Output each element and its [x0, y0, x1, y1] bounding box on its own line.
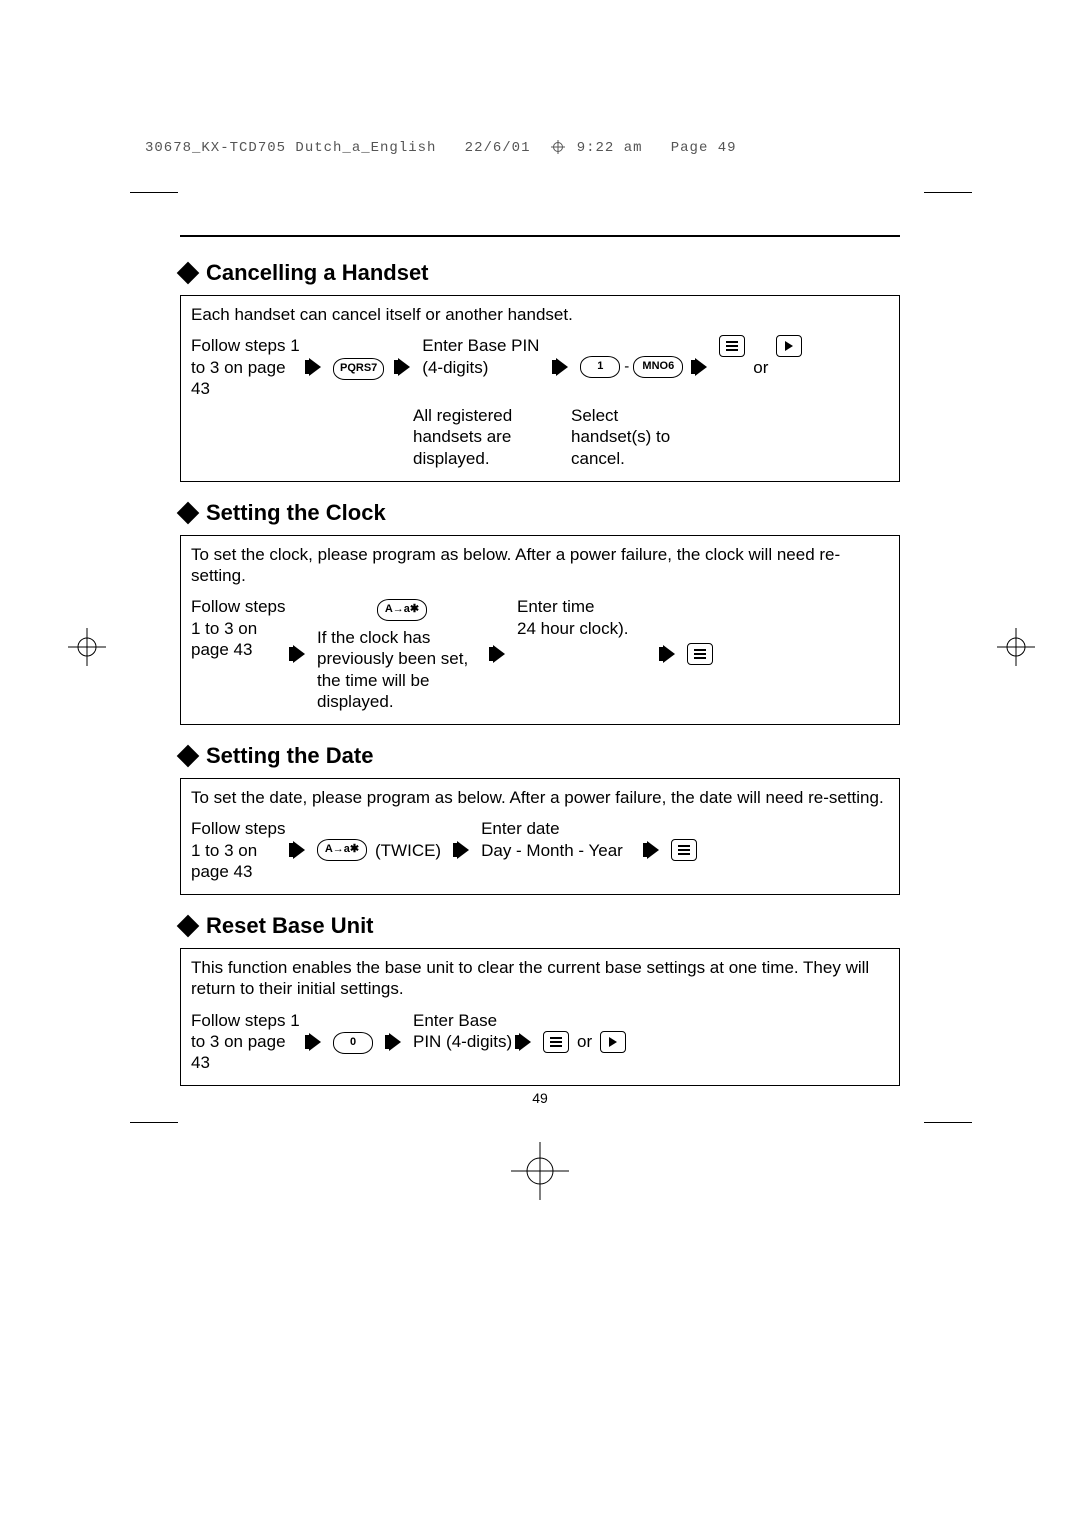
arrow-icon	[293, 643, 311, 665]
slug-time: 9:22 am	[577, 140, 643, 156]
registration-mark-icon	[68, 628, 106, 666]
arrow-icon	[519, 1031, 537, 1053]
crop-mark	[924, 192, 972, 193]
section-box: This function enables the base unit to c…	[180, 948, 900, 1086]
key-star: A→a✱	[377, 599, 427, 621]
step-text: Follow steps 1 to 3 on page 43	[191, 335, 303, 399]
diamond-bullet-icon	[177, 745, 200, 768]
menu-button-icon	[719, 335, 745, 357]
page-number: 49	[532, 1090, 548, 1106]
menu-button-icon	[543, 1031, 569, 1053]
step-subtext: 24 hour clock).	[517, 618, 657, 639]
crop-mark	[130, 192, 178, 193]
step-subtext: Select handset(s) to cancel.	[571, 405, 681, 469]
print-slug: 30678_KX-TCD705 Dutch_a_English 22/6/01 …	[145, 140, 737, 156]
section-box: To set the date, please program as below…	[180, 778, 900, 895]
section-box: To set the clock, please program as belo…	[180, 535, 900, 725]
registration-mark-icon	[511, 1142, 569, 1200]
section-intro: Each handset can cancel itself or anothe…	[191, 304, 889, 325]
step-text: Enter date	[481, 818, 641, 839]
arrow-icon	[457, 839, 475, 861]
key-suffix: (TWICE)	[375, 840, 441, 861]
crop-mark	[130, 1122, 178, 1123]
registration-mark-icon	[997, 628, 1035, 666]
arrow-icon	[647, 839, 665, 861]
slug-crosshair-icon	[551, 140, 565, 154]
diamond-bullet-icon	[177, 915, 200, 938]
step-text: Follow steps 1 to 3 on page 43	[191, 596, 287, 660]
menu-button-icon	[687, 643, 713, 665]
key-7: PQRS7	[333, 358, 384, 380]
slug-date: 22/6/01	[465, 140, 531, 156]
step-text: Follow steps 1 to 3 on page 43	[191, 1010, 303, 1074]
section-title: Setting the Clock	[206, 500, 386, 526]
section-title: Setting the Date	[206, 743, 373, 769]
step-subtext: Day - Month - Year	[481, 840, 641, 861]
section-intro: This function enables the base unit to c…	[191, 957, 889, 1000]
section-intro: To set the date, please program as below…	[191, 787, 889, 808]
play-button-icon	[776, 335, 802, 357]
arrow-icon	[695, 356, 713, 378]
arrow-icon	[389, 1031, 407, 1053]
diamond-bullet-icon	[177, 262, 200, 285]
arrow-icon	[398, 356, 416, 378]
section-title: Cancelling a Handset	[206, 260, 429, 286]
section-cancelling-handset: Cancelling a Handset Each handset can ca…	[180, 260, 900, 482]
menu-button-icon	[671, 839, 697, 861]
key-1: 1	[580, 356, 620, 378]
arrow-icon	[663, 643, 681, 665]
step-text: Enter Base PIN (4-digits)	[413, 1010, 513, 1053]
slug-file: 30678_KX-TCD705 Dutch_a_English	[145, 140, 436, 156]
or-label: or	[577, 1031, 592, 1052]
step-subtext: If the clock has previously been set, th…	[317, 627, 487, 712]
step-text: Follow steps 1 to 3 on page 43	[191, 818, 287, 882]
page-body: Cancelling a Handset Each handset can ca…	[180, 235, 900, 1104]
arrow-icon	[309, 356, 327, 378]
arrow-icon	[309, 1031, 327, 1053]
key-0: 0	[333, 1032, 373, 1054]
arrow-icon	[493, 643, 511, 665]
section-intro: To set the clock, please program as belo…	[191, 544, 889, 587]
section-setting-date: Setting the Date To set the date, please…	[180, 743, 900, 895]
step-text: Enter time	[517, 596, 657, 617]
or-label: or	[753, 357, 768, 378]
crop-mark	[924, 1122, 972, 1123]
step-subtext: All registered handsets are displayed.	[413, 405, 541, 469]
slug-page: Page 49	[671, 140, 737, 156]
arrow-icon	[556, 356, 574, 378]
section-title: Reset Base Unit	[206, 913, 374, 939]
key-star: A→a✱	[317, 839, 367, 861]
section-box: Each handset can cancel itself or anothe…	[180, 295, 900, 482]
key-6: MNO6	[633, 356, 683, 378]
arrow-icon	[293, 839, 311, 861]
section-reset-base: Reset Base Unit This function enables th…	[180, 913, 900, 1086]
diamond-bullet-icon	[177, 501, 200, 524]
step-text: Enter Base PIN (4-digits)	[422, 335, 550, 378]
page-top-rule	[180, 235, 900, 237]
key-separator: -	[624, 358, 629, 377]
play-button-icon	[600, 1031, 626, 1053]
section-setting-clock: Setting the Clock To set the clock, plea…	[180, 500, 900, 725]
